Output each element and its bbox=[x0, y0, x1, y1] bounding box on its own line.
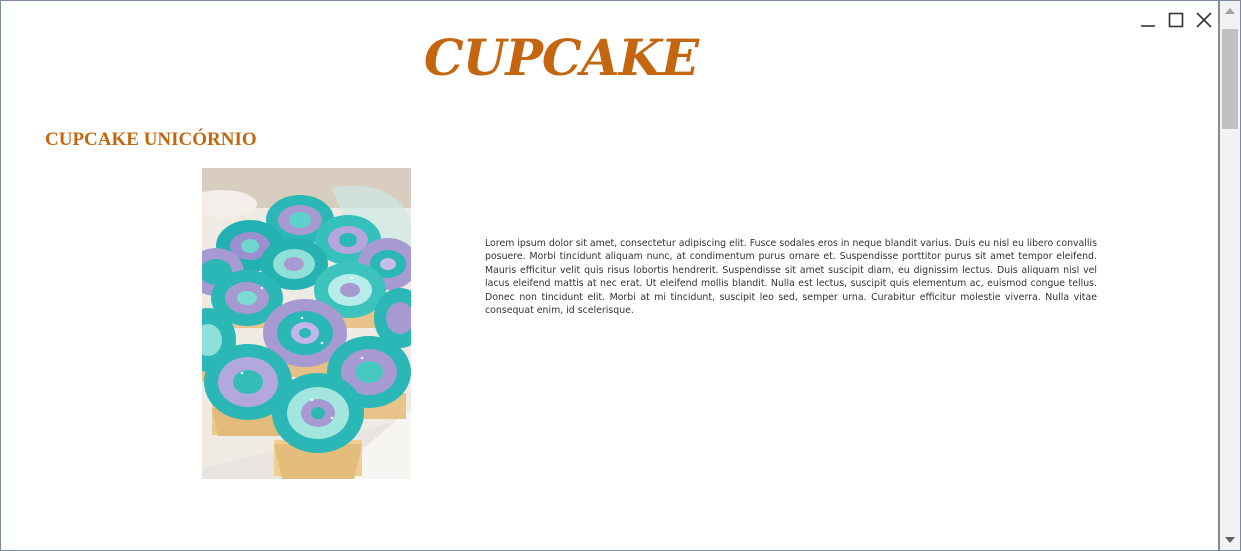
body-paragraph: Lorem ipsum dolor sit amet, consectetur … bbox=[485, 238, 1097, 317]
vertical-scrollbar[interactable] bbox=[1218, 1, 1240, 550]
window-controls bbox=[1138, 9, 1214, 31]
scroll-up-arrow-icon[interactable] bbox=[1220, 3, 1240, 19]
close-icon[interactable] bbox=[1194, 10, 1214, 30]
app-window: CUPCAKE CUPCAKE UNICÓRNIO Lorem ipsum do… bbox=[0, 0, 1241, 551]
page-content: CUPCAKE CUPCAKE UNICÓRNIO Lorem ipsum do… bbox=[1, 1, 1215, 550]
scrollbar-thumb[interactable] bbox=[1222, 29, 1238, 129]
scroll-down-arrow-icon[interactable] bbox=[1220, 532, 1240, 548]
minimize-icon[interactable] bbox=[1138, 10, 1158, 30]
section-title: CUPCAKE UNICÓRNIO bbox=[45, 129, 257, 150]
cupcake-photo bbox=[202, 168, 411, 479]
page-title: CUPCAKE bbox=[423, 28, 699, 87]
cupcake-illustration bbox=[202, 168, 411, 479]
maximize-icon[interactable] bbox=[1166, 10, 1186, 30]
